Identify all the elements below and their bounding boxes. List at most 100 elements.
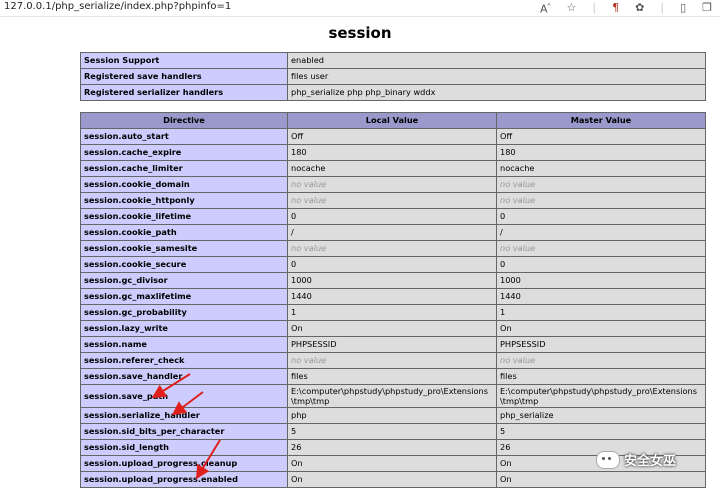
local-value: 1000 (287, 272, 497, 289)
table-row: session.lazy_write On On (80, 320, 706, 337)
directive-name: session.upload_progress.cleanup (80, 455, 288, 472)
master-value: Off (496, 128, 706, 145)
table-row: session.cookie_httponly no value no value (80, 192, 706, 209)
table-header-row: Directive Local Value Master Value (80, 112, 706, 129)
directive-name: session.cache_limiter (80, 160, 288, 177)
local-value: 0 (287, 256, 497, 273)
directive-name: session.gc_divisor (80, 272, 288, 289)
table-row: session.save_handler files files (80, 368, 706, 385)
master-value: no value (496, 176, 706, 193)
local-value: PHPSESSID (287, 336, 497, 353)
split-screen-icon[interactable]: ▯ (680, 0, 686, 16)
local-value: E:\computer\phpstudy\phpstudy_pro\Extens… (287, 384, 497, 408)
local-value: / (287, 224, 497, 241)
directive-name: session.cache_expire (80, 144, 288, 161)
local-value: On (287, 471, 497, 488)
directive-name: session.gc_probability (80, 304, 288, 321)
master-value: 5 (496, 423, 706, 440)
table-row: session.cookie_secure 0 0 (80, 256, 706, 273)
table-row: Session Support enabled (80, 52, 706, 69)
directive-name: session.sid_length (80, 439, 288, 456)
watermark-text: 安全女巫 (624, 454, 677, 469)
master-value: On (496, 320, 706, 337)
extensions-icon[interactable]: ✿ (635, 0, 644, 16)
session-directives-table: Directive Local Value Master Value sessi… (80, 112, 706, 488)
directive-name: session.name (80, 336, 288, 353)
directive-name: session.gc_maxlifetime (80, 288, 288, 305)
master-value: / (496, 224, 706, 241)
local-value: On (287, 320, 497, 337)
table-row: session.upload_progress.enabled On On (80, 471, 706, 488)
sidebar-icon[interactable]: ¶ (612, 0, 619, 16)
table-row: session.sid_bits_per_character 5 5 (80, 423, 706, 440)
table-row: Registered serializer handlers php_serial… (80, 84, 706, 101)
master-value: PHPSESSID (496, 336, 706, 353)
local-value: 5 (287, 423, 497, 440)
table-row: session.cache_limiter nocache nocache (80, 160, 706, 177)
table-row: session.cookie_domain no value no value (80, 176, 706, 193)
master-value: On (496, 471, 706, 488)
table-row: session.cookie_lifetime 0 0 (80, 208, 706, 225)
table-row: session.name PHPSESSID PHPSESSID (80, 336, 706, 353)
master-value: 180 (496, 144, 706, 161)
master-value: files (496, 368, 706, 385)
table-row: session.cache_expire 180 180 (80, 144, 706, 161)
toolbar-divider: | (592, 1, 597, 14)
local-value: no value (287, 192, 497, 209)
local-value: 1440 (287, 288, 497, 305)
summary-value: php_serialize php php_binary wddx (287, 84, 706, 101)
directive-name: session.serialize_handler (80, 407, 288, 424)
master-value: 1 (496, 304, 706, 321)
wechat-logo-icon (596, 450, 620, 469)
local-value: 180 (287, 144, 497, 161)
table-row: session.gc_probability 1 1 (80, 304, 706, 321)
master-value: 0 (496, 208, 706, 225)
master-value: 0 (496, 256, 706, 273)
master-value: php_serialize (496, 407, 706, 424)
master-value: 1440 (496, 288, 706, 305)
collections-icon[interactable]: ❐ (702, 0, 712, 16)
table-row: session.cookie_path / / (80, 224, 706, 241)
table-row: session.save_path E:\computer\phpstudy\ph… (80, 384, 706, 408)
table-row: Registered save handlers files user (80, 68, 706, 85)
local-value: 0 (287, 208, 497, 225)
master-value: no value (496, 192, 706, 209)
browser-toolbar: Aᴬ ☆ | ¶ ✿ | ▯ ❐ (540, 0, 712, 16)
column-header-directive: Directive (80, 112, 288, 129)
summary-directive: Registered serializer handlers (80, 84, 288, 101)
watermark: 安全女巫 (596, 450, 676, 469)
directive-name: session.sid_bits_per_character (80, 423, 288, 440)
toolbar-divider: | (660, 1, 665, 14)
local-value: On (287, 455, 497, 472)
favorite-icon[interactable]: ☆ (567, 0, 577, 16)
table-row: session.cookie_samesite no value no value (80, 240, 706, 257)
table-row: session.serialize_handler php php_serializ… (80, 407, 706, 424)
master-value: 1000 (496, 272, 706, 289)
master-value: no value (496, 240, 706, 257)
column-header-master-value: Master Value (496, 112, 706, 129)
read-aloud-icon[interactable]: Aᴬ (540, 0, 551, 18)
table-row: session.referer_check no value no value (80, 352, 706, 369)
directive-name: session.cookie_httponly (80, 192, 288, 209)
local-value: Off (287, 128, 497, 145)
local-value: files (287, 368, 497, 385)
summary-directive: Session Support (80, 52, 288, 69)
summary-value: enabled (287, 52, 706, 69)
directive-name: session.upload_progress.enabled (80, 471, 288, 488)
local-value: nocache (287, 160, 497, 177)
directive-name: session.cookie_secure (80, 256, 288, 273)
master-value: no value (496, 352, 706, 369)
local-value: php (287, 407, 497, 424)
address-bar[interactable]: 127.0.0.1/php_serialize/index.php?phpinf… (0, 0, 720, 17)
url-text[interactable]: 127.0.0.1/php_serialize/index.php?phpinf… (4, 1, 231, 12)
directive-name: session.cookie_path (80, 224, 288, 241)
local-value: no value (287, 352, 497, 369)
column-header-local-value: Local Value (287, 112, 497, 129)
directive-name: session.lazy_write (80, 320, 288, 337)
directive-name: session.save_handler (80, 368, 288, 385)
directive-name: session.cookie_domain (80, 176, 288, 193)
local-value: 26 (287, 439, 497, 456)
directive-name: session.save_path (80, 384, 288, 408)
page-title: session (328, 24, 392, 42)
table-row: session.gc_divisor 1000 1000 (80, 272, 706, 289)
